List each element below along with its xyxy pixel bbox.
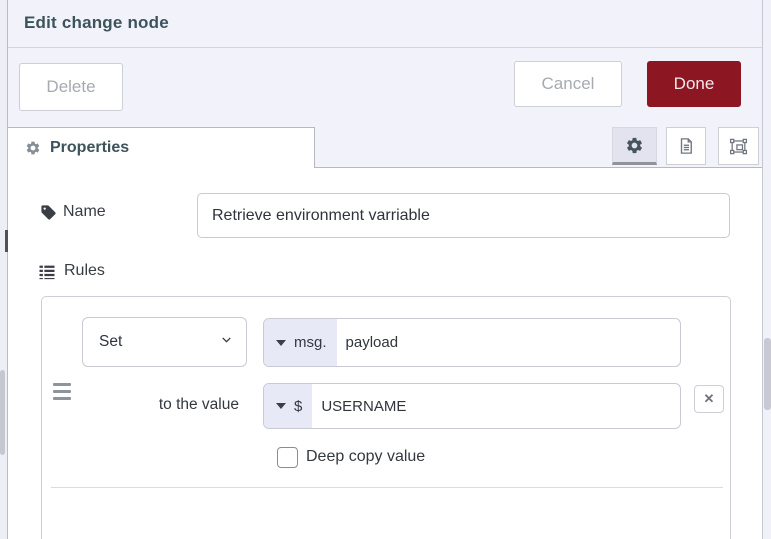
workspace-edge <box>0 0 8 539</box>
rule-property-typed-input: msg. payload <box>263 318 681 367</box>
tab-properties[interactable]: Properties <box>8 127 315 168</box>
dialog-button-bar: Delete Cancel Done <box>8 48 762 117</box>
remove-rule-button[interactable]: ✕ <box>694 385 724 413</box>
workspace-scrollbar-thumb[interactable] <box>0 370 5 455</box>
editor-tab-bar: Properties <box>8 117 762 168</box>
done-button[interactable]: Done <box>647 61 741 107</box>
delete-button[interactable]: Delete <box>19 63 123 111</box>
cancel-button[interactable]: Cancel <box>514 61 622 107</box>
group-view-button[interactable] <box>718 127 759 165</box>
rules-container: Set msg. payload to the value $ USERNAME <box>41 296 731 539</box>
property-type-button[interactable]: msg. <box>264 319 337 366</box>
deep-copy-checkbox[interactable] <box>277 447 298 468</box>
workspace-node-fragment <box>5 230 8 252</box>
caret-down-icon <box>276 403 286 409</box>
rule-action-select[interactable]: Set <box>82 317 247 367</box>
edit-change-node-dialog: Edit change node Delete Cancel Done Prop… <box>0 0 771 539</box>
rules-label: Rules <box>64 262 105 279</box>
rule-action-value: Set <box>99 333 123 350</box>
tab-properties-label: Properties <box>50 139 130 156</box>
tag-icon <box>40 204 57 221</box>
gear-icon <box>25 140 41 156</box>
property-value-input[interactable]: payload <box>337 319 680 366</box>
value-type-button[interactable]: $ <box>264 384 313 428</box>
value-type-label: $ <box>294 397 303 415</box>
property-type-label: msg. <box>294 334 327 351</box>
value-input[interactable]: USERNAME <box>312 384 680 428</box>
x-icon: ✕ <box>703 391 715 406</box>
name-input[interactable] <box>197 193 730 238</box>
name-label: Name <box>63 203 106 220</box>
tray-scrollbar[interactable] <box>762 0 771 539</box>
document-icon <box>677 137 695 155</box>
rule-divider <box>51 487 723 488</box>
chevron-down-icon <box>219 332 234 352</box>
rule-value-typed-input: $ USERNAME <box>263 383 681 429</box>
dialog-header: Edit change node <box>8 0 762 48</box>
caret-down-icon <box>276 339 286 346</box>
tray-scrollbar-thumb[interactable] <box>764 338 771 410</box>
description-view-button[interactable] <box>666 127 706 165</box>
properties-view-button[interactable] <box>612 127 657 165</box>
list-icon <box>38 263 56 281</box>
gear-icon <box>625 136 644 155</box>
drag-handle-icon[interactable] <box>53 383 71 400</box>
dialog-title: Edit change node <box>24 13 169 32</box>
deep-copy-label[interactable]: Deep copy value <box>306 448 425 466</box>
to-the-value-label: to the value <box>158 396 239 413</box>
group-icon <box>729 137 748 156</box>
